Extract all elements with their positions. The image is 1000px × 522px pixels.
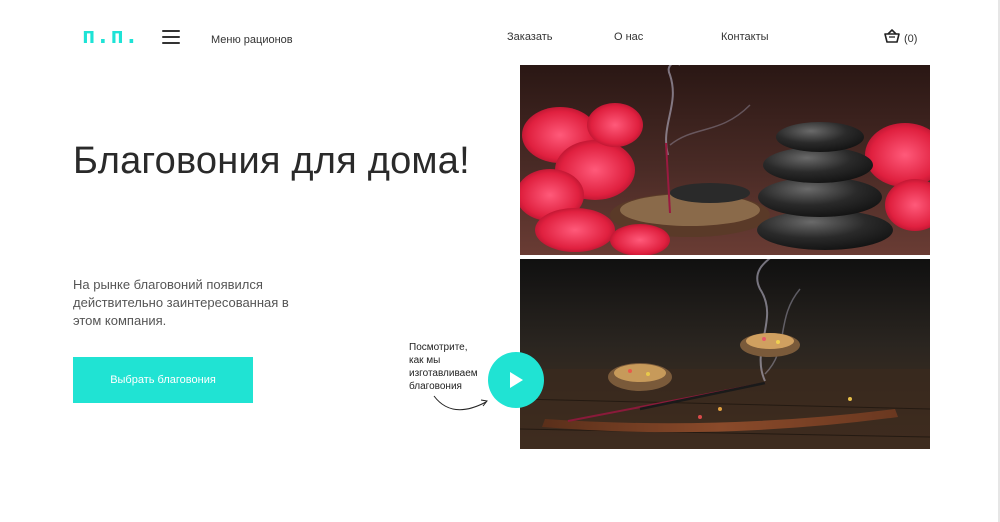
hero-title: Благовония для дома! [73,140,470,182]
logo[interactable]: п.п. [82,24,139,49]
video-caption: Посмотрите, как мы изготавливаем благово… [409,341,489,393]
basket-icon [884,29,900,48]
nav-about-link[interactable]: О нас [614,31,643,43]
cart-button[interactable]: (0) [884,29,917,48]
play-icon [510,372,523,388]
video-caption-line: как мы [409,355,441,366]
hero-description: На рынке благовоний появился действитель… [73,277,289,328]
hamburger-menu-button[interactable] [162,30,180,44]
hamburger-icon [162,30,180,32]
nav-order-link[interactable]: Заказать [507,31,553,43]
play-video-button[interactable] [488,352,544,408]
menu-label[interactable]: Меню рационов [211,34,293,46]
curved-arrow-icon [433,395,488,411]
cart-count: (0) [904,32,918,45]
hamburger-icon-bar [162,42,180,44]
video-caption-line: Посмотрите, [409,342,468,353]
video-caption-line: изготавливаем [409,368,478,379]
nav-contacts-link[interactable]: Контакты [721,31,769,43]
incense-stick-photo [520,259,930,449]
choose-incense-button[interactable]: Выбрать благовония [73,357,253,403]
stones-flowers-photo [520,65,930,255]
landing-page: п.п. Меню рационов Заказать О нас Контак… [0,0,1000,522]
hamburger-icon-bar [162,36,180,38]
